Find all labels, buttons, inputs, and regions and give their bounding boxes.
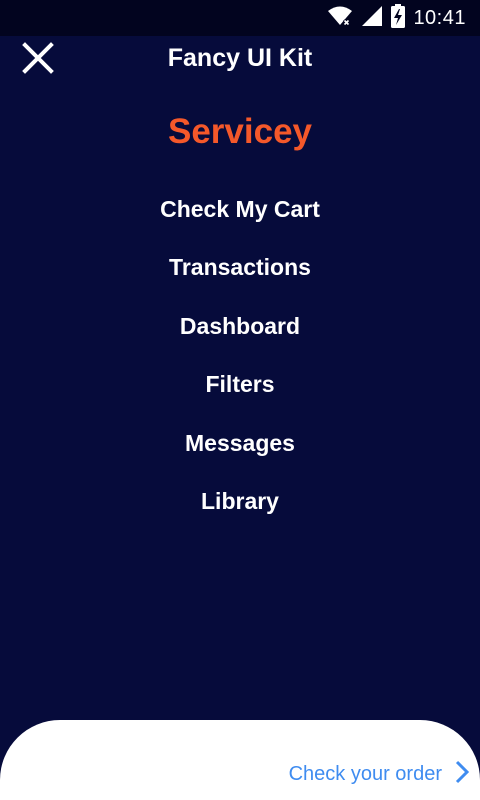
menu-item-check-my-cart[interactable]: Check My Cart	[0, 180, 480, 239]
menu-list: Check My Cart Transactions Dashboard Fil…	[0, 180, 480, 531]
menu-item-filters[interactable]: Filters	[0, 356, 480, 415]
menu-item-messages[interactable]: Messages	[0, 414, 480, 473]
app-bar: Fancy UI Kit	[0, 36, 480, 84]
menu-item-library[interactable]: Library	[0, 473, 480, 532]
brand-title: Servicey	[167, 112, 313, 151]
wifi-icon	[327, 5, 353, 32]
app-title: Fancy UI Kit	[167, 44, 313, 72]
battery-charging-icon	[391, 3, 406, 33]
menu-item-dashboard[interactable]: Dashboard	[0, 297, 480, 356]
status-time: 10:41	[413, 6, 466, 29]
status-icons	[327, 3, 406, 33]
chevron-right-icon	[454, 760, 470, 789]
status-bar: 10:41	[0, 0, 480, 36]
check-order-label: Check your order	[288, 763, 442, 785]
signal-icon	[361, 5, 383, 32]
check-order-link[interactable]: Check your order	[289, 760, 470, 789]
menu-item-transactions[interactable]: Transactions	[0, 239, 480, 298]
